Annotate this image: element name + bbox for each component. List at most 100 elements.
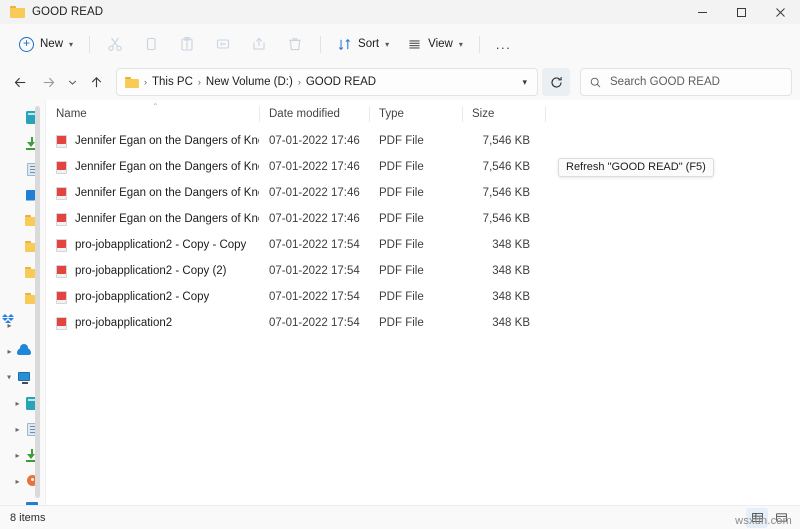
file-size: 7,546 KB: [482, 187, 530, 199]
table-row[interactable]: Jennifer Egan on the Dangers of Knowing.…: [46, 128, 800, 154]
file-type: PDF File: [379, 265, 424, 277]
chevron-down-icon[interactable]: ▸: [5, 371, 14, 384]
chevron-right-icon[interactable]: ▸: [11, 399, 24, 408]
title-bar: GOOD READ: [0, 0, 800, 24]
new-button[interactable]: New ▾: [10, 30, 82, 58]
navigation-pane-scrollbar[interactable]: [35, 106, 40, 498]
file-name: Jennifer Egan on the Dangers of Knowing.…: [75, 187, 259, 199]
file-type: PDF File: [379, 161, 424, 173]
column-header-date-label: Date modified: [269, 108, 340, 120]
breadcrumb-item-good-read[interactable]: GOOD READ: [303, 76, 379, 88]
table-row[interactable]: pro-jobapplication2 - Copy - Copy 07-01-…: [46, 232, 800, 258]
view-button[interactable]: View ▾: [398, 30, 472, 58]
search-box[interactable]: Search GOOD READ: [580, 68, 792, 96]
refresh-button[interactable]: [542, 68, 570, 96]
back-button[interactable]: [6, 68, 34, 96]
table-row[interactable]: pro-jobapplication2 07-01-2022 17:54 PDF…: [46, 310, 800, 336]
file-rows: Jennifer Egan on the Dangers of Knowing.…: [46, 128, 800, 505]
toolbar-divider-3: [478, 35, 480, 53]
column-header-size-label: Size: [472, 108, 495, 120]
file-date: 07-01-2022 17:54: [269, 317, 360, 329]
chevron-right-icon[interactable]: ▸: [11, 425, 24, 434]
breadcrumb-separator: ›: [197, 77, 201, 87]
file-type: PDF File: [379, 213, 424, 225]
table-row[interactable]: pro-jobapplication2 - Copy 07-01-2022 17…: [46, 284, 800, 310]
file-type: PDF File: [379, 135, 424, 147]
file-size: 7,546 KB: [482, 135, 530, 147]
details-view-button[interactable]: [746, 507, 768, 528]
file-type: PDF File: [379, 317, 424, 329]
paste-button[interactable]: [169, 30, 205, 58]
cut-button[interactable]: [97, 30, 133, 58]
view-button-label: View: [428, 38, 453, 50]
file-date: 07-01-2022 17:54: [269, 239, 360, 251]
file-date: 07-01-2022 17:54: [269, 265, 360, 277]
file-size: 348 KB: [492, 317, 530, 329]
dropbox-icon: [2, 314, 15, 325]
breadcrumb-separator: ›: [144, 77, 147, 87]
minimize-button[interactable]: [683, 0, 722, 24]
sort-button[interactable]: Sort ▾: [328, 30, 398, 58]
file-size: 348 KB: [492, 291, 530, 303]
rename-button[interactable]: [205, 30, 241, 58]
column-header-type[interactable]: Type: [369, 100, 462, 128]
breadcrumb-item-this-pc[interactable]: This PC: [149, 76, 196, 88]
file-name-cell: Jennifer Egan on the Dangers of Knowing.…: [46, 128, 259, 154]
address-bar-row: › This PC › New Volume (D:) › GOOD READ …: [0, 64, 800, 177]
up-button[interactable]: [82, 68, 110, 96]
column-header-date-modified[interactable]: Date modified: [259, 100, 369, 128]
file-size: 7,546 KB: [482, 213, 530, 225]
table-row[interactable]: pro-jobapplication2 - Copy (2) 07-01-202…: [46, 258, 800, 284]
this-pc-icon: [16, 370, 33, 385]
file-name-cell: Jennifer Egan on the Dangers of Knowing.…: [46, 154, 259, 180]
pdf-file-icon: [56, 238, 67, 252]
search-input[interactable]: Search GOOD READ: [610, 76, 720, 88]
file-name-cell: pro-jobapplication2: [46, 310, 259, 336]
pdf-file-icon: [56, 160, 67, 174]
pdf-file-icon: [56, 290, 67, 304]
column-header-name[interactable]: Name ⌃: [46, 100, 259, 128]
delete-button[interactable]: [277, 30, 313, 58]
breadcrumb-folder-icon: [125, 76, 139, 88]
table-row[interactable]: Jennifer Egan on the Dangers of Knowing.…: [46, 206, 800, 232]
more-options-button[interactable]: ...: [487, 30, 520, 58]
close-button[interactable]: [761, 0, 800, 24]
list-view-button[interactable]: [770, 508, 792, 528]
sort-button-label: Sort: [358, 38, 380, 50]
chevron-right-icon[interactable]: ▸: [11, 477, 24, 486]
folder-icon: [10, 6, 25, 18]
window-controls: [683, 0, 800, 24]
pdf-file-icon: [56, 316, 67, 330]
address-bar[interactable]: › This PC › New Volume (D:) › GOOD READ …: [116, 68, 538, 96]
column-header-size[interactable]: Size: [462, 100, 545, 128]
file-name-cell: pro-jobapplication2 - Copy - Copy: [46, 232, 259, 258]
file-name-cell: Jennifer Egan on the Dangers of Knowing.…: [46, 206, 259, 232]
file-type: PDF File: [379, 291, 424, 303]
address-dropdown-icon[interactable]: ▾: [516, 77, 533, 88]
plus-circle-icon: [19, 36, 34, 52]
column-header-spacer: [545, 100, 800, 128]
new-button-label: New: [40, 38, 64, 50]
breadcrumb-separator: ›: [297, 77, 301, 87]
toolbar-divider: [89, 35, 91, 53]
table-row[interactable]: Jennifer Egan on the Dangers of Knowing.…: [46, 180, 800, 206]
file-date: 07-01-2022 17:46: [269, 135, 360, 147]
file-type: PDF File: [379, 239, 424, 251]
chevron-right-icon[interactable]: ▸: [3, 347, 16, 356]
file-name: pro-jobapplication2 - Copy: [75, 291, 210, 303]
copy-button[interactable]: [133, 30, 169, 58]
file-name: pro-jobapplication2 - Copy - Copy: [75, 239, 247, 251]
column-headers: Name ⌃ Date modified Type Size: [46, 100, 800, 128]
breadcrumb-item-new-volume[interactable]: New Volume (D:): [203, 76, 296, 88]
chevron-right-icon[interactable]: ▸: [11, 451, 24, 460]
file-name: Jennifer Egan on the Dangers of Knowing.…: [75, 161, 259, 173]
file-date: 07-01-2022 17:54: [269, 291, 360, 303]
recent-locations-button[interactable]: [62, 68, 82, 96]
maximize-button[interactable]: [722, 0, 761, 24]
forward-button[interactable]: [34, 68, 62, 96]
navigation-pane: ▸ ▸ ▸ ▸ ▸ ▸ ▸: [0, 100, 45, 505]
file-name: pro-jobapplication2 - Copy (2): [75, 265, 227, 277]
share-button[interactable]: [241, 30, 277, 58]
refresh-tooltip: Refresh "GOOD READ" (F5): [558, 158, 714, 177]
onedrive-cloud-icon: [16, 344, 33, 359]
